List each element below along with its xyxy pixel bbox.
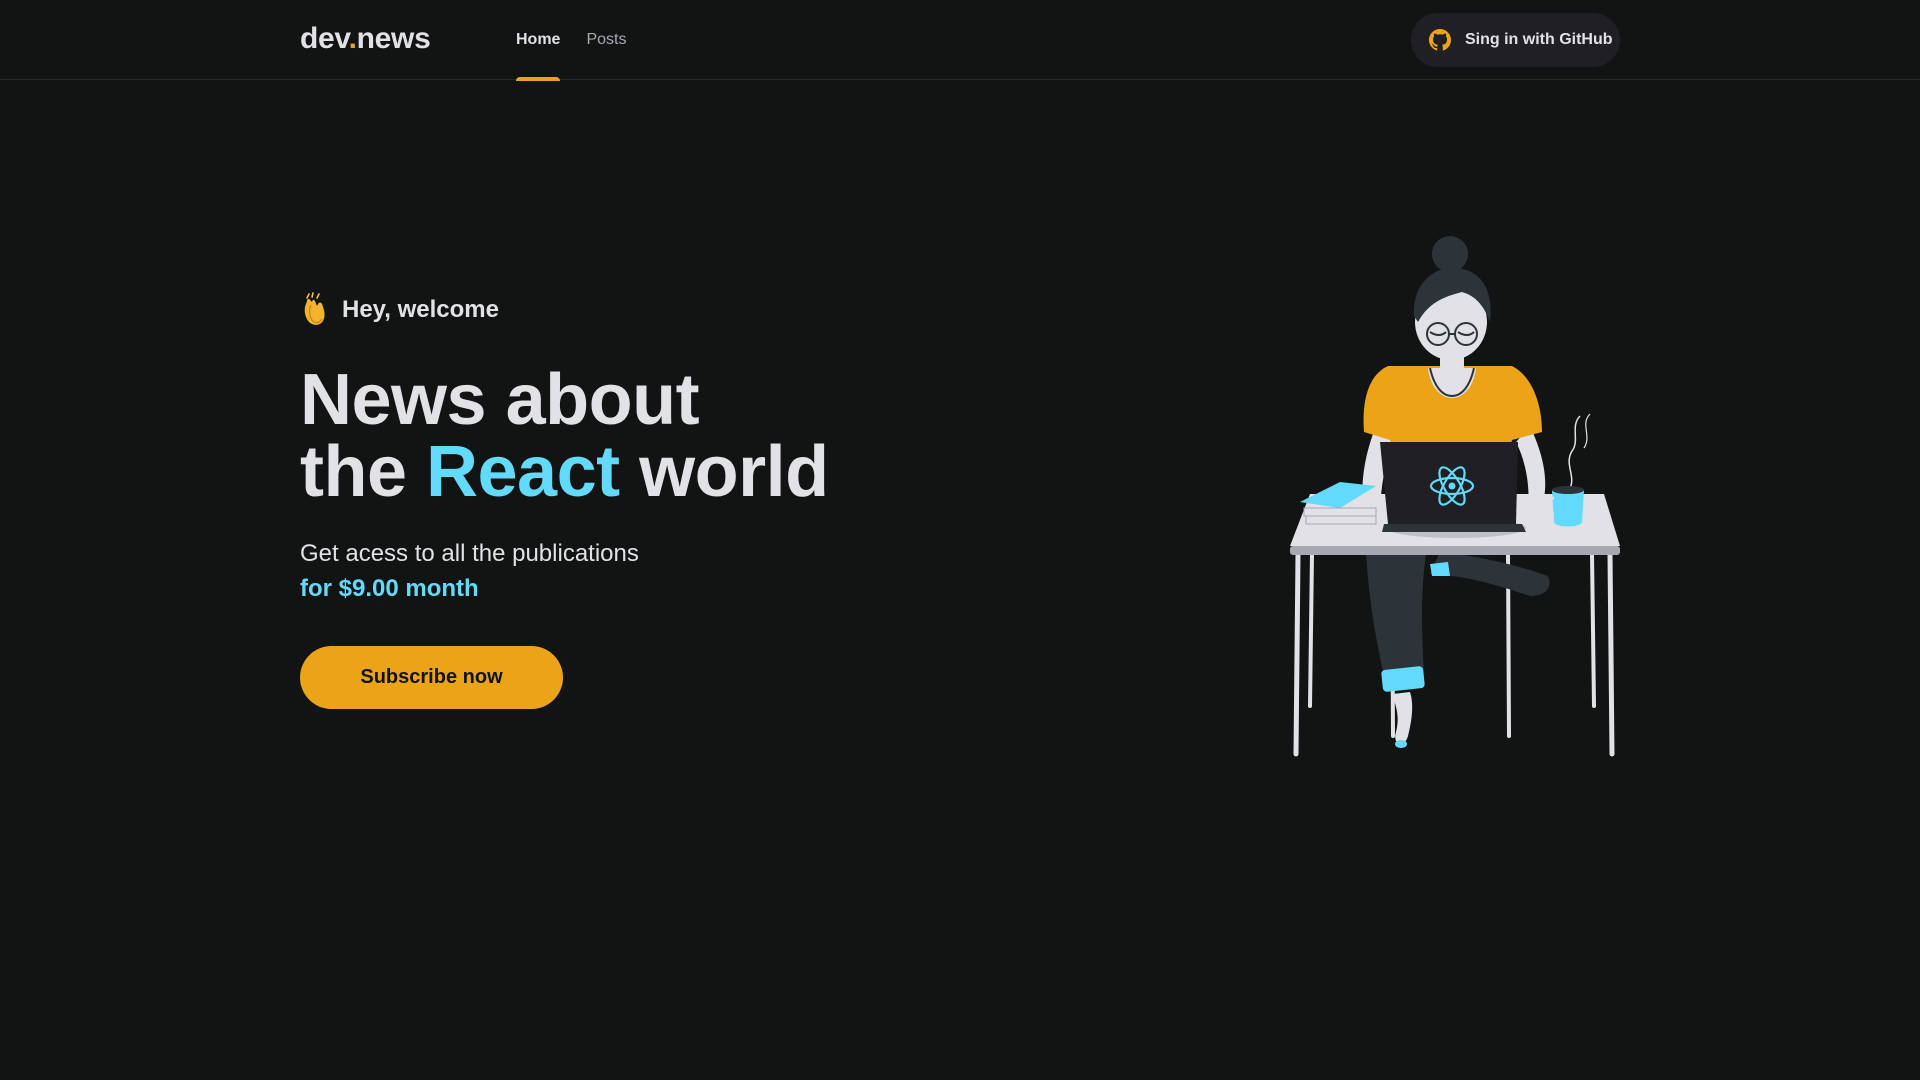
nav-posts-link[interactable]: Posts <box>586 0 626 80</box>
github-icon <box>1429 29 1451 51</box>
logo-dot: . <box>348 22 357 55</box>
subscribe-button[interactable]: Subscribe now <box>300 646 563 709</box>
hero-title-end: world <box>639 432 829 512</box>
woman-with-laptop-illustration <box>1290 236 1620 757</box>
hero-title-start: the <box>300 432 407 512</box>
nav-home-link[interactable]: Home <box>516 0 561 81</box>
main-nav: Home Posts <box>516 0 652 81</box>
hero-price: for $9.00 month <box>300 575 479 602</box>
logo-main: dev <box>300 22 349 55</box>
logo[interactable]: dev.news <box>300 22 431 56</box>
hero-title-accent: React <box>426 432 620 512</box>
hero-title-line1: News about <box>300 360 700 440</box>
hero-subtitle: Get acess to all the publications <box>300 540 639 567</box>
clapping-hands-icon <box>304 292 325 325</box>
signin-github-button[interactable]: Sing in with GitHub <box>1411 13 1620 67</box>
logo-tail: news <box>356 22 431 55</box>
signin-label: Sing in with GitHub <box>1465 31 1613 48</box>
greeting: Hey, welcome <box>300 292 499 328</box>
greeting-text: Hey, welcome <box>342 296 499 323</box>
hero-title: News about the React world <box>300 364 829 508</box>
top-header: dev.news Home Posts Sing in with GitHub <box>0 0 1920 81</box>
